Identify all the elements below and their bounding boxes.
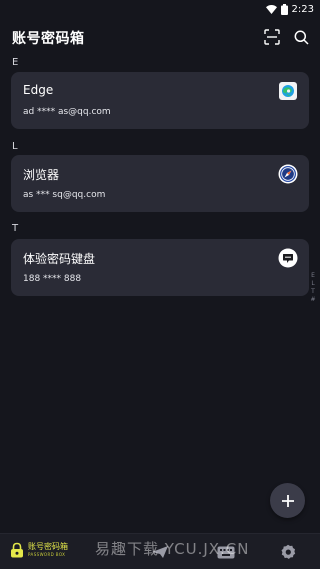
entry-title: 体验密码键盘: [23, 252, 96, 266]
search-button[interactable]: [290, 26, 312, 48]
nav-settings[interactable]: [278, 542, 298, 562]
status-bar: 2:23: [0, 0, 320, 18]
edge-icon: [278, 81, 298, 101]
nav-home[interactable]: 账号密码箱 PASSWORD BOX: [10, 542, 68, 558]
index-letter[interactable]: #: [310, 296, 315, 303]
scan-button[interactable]: [261, 26, 283, 48]
entry-credentials: 188 **** 888: [23, 274, 82, 284]
brand-name: 账号密码箱: [28, 542, 68, 551]
add-entry-button[interactable]: [270, 483, 305, 518]
brand-label: 账号密码箱 PASSWORD BOX: [28, 542, 68, 558]
chat-icon: [278, 248, 298, 268]
index-letter[interactable]: E: [311, 272, 315, 279]
compass-icon: [278, 164, 298, 184]
index-letter[interactable]: T: [311, 288, 315, 295]
entry-credentials: as *** sq@qq.com: [23, 190, 106, 200]
page-title: 账号密码箱: [12, 31, 85, 47]
battery-icon: [280, 3, 288, 15]
alphabet-index[interactable]: E L T #: [309, 272, 317, 303]
lock-icon: [11, 542, 23, 558]
scan-icon: [264, 29, 280, 45]
entry-title: Edge: [23, 83, 54, 97]
section-header-t: T: [12, 223, 19, 234]
section-header-l: L: [12, 141, 18, 152]
plus-icon: [281, 494, 294, 507]
nav-keyboard[interactable]: [216, 542, 236, 562]
password-entry-browser[interactable]: 浏览器 as *** sq@qq.com: [11, 155, 309, 212]
password-entry-keyboard[interactable]: 体验密码键盘 188 **** 888: [11, 239, 309, 296]
app-bar: 账号密码箱: [0, 18, 320, 56]
index-letter[interactable]: L: [311, 280, 314, 287]
keyboard-icon: [217, 546, 235, 558]
brand-tagline: PASSWORD BOX: [28, 552, 66, 557]
section-header-e: E: [12, 57, 19, 68]
plane-icon: [152, 546, 168, 558]
entry-credentials: ad **** as@qq.com: [23, 107, 111, 117]
bottom-navigation: 账号密码箱 PASSWORD BOX: [0, 533, 320, 569]
nav-generator[interactable]: [150, 542, 170, 562]
wifi-icon: [265, 4, 277, 14]
password-entry-edge[interactable]: Edge ad **** as@qq.com: [11, 72, 309, 129]
status-time: 2:23: [291, 3, 314, 15]
gear-icon: [281, 544, 296, 559]
search-icon: [294, 30, 309, 45]
entry-title: 浏览器: [23, 168, 60, 182]
